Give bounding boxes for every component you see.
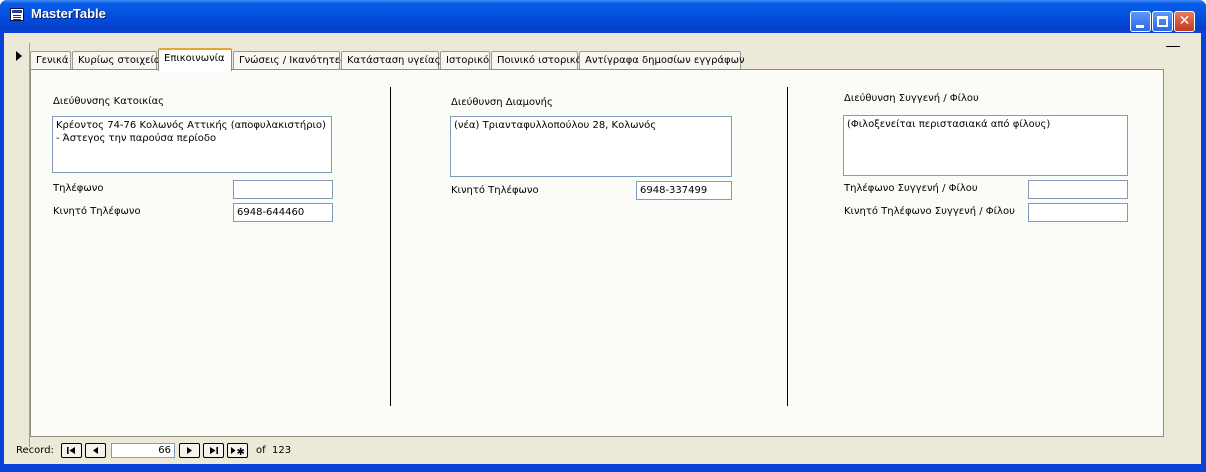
contact-tab-panel: Διεύθυνσης Κατοικίας Κρέοντος 74-76 Κολω… <box>30 69 1164 437</box>
last-record-icon <box>210 447 218 454</box>
access-form-window: MasterTable ✕ Γενικά Κυρίως στοιχεία Επι… <box>0 0 1206 472</box>
tab-main-details[interactable]: Κυρίως στοιχεία <box>72 51 161 70</box>
maximize-icon <box>1157 16 1168 27</box>
form-line <box>1166 46 1180 47</box>
relative-mobile-field[interactable] <box>1028 203 1128 222</box>
svg-text:✱: ✱ <box>237 447 245 457</box>
mobile-label: Κινητό Τηλέφωνο <box>53 206 141 217</box>
new-record-icon: ✱ <box>231 447 245 457</box>
relative-phone-label: Τηλέφωνο Συγγενή / Φίλου <box>844 183 978 194</box>
relative-phone-field[interactable] <box>1028 180 1128 199</box>
tab-public-documents[interactable]: Αντίγραφα δημοσίων εγγράφων <box>579 51 745 70</box>
column-divider <box>390 87 391 406</box>
new-record-button[interactable]: ✱ <box>227 443 248 458</box>
close-button[interactable]: ✕ <box>1174 11 1195 32</box>
last-record-button[interactable] <box>203 443 224 458</box>
residence-mobile-field[interactable]: 6948-337499 <box>636 181 732 200</box>
title-bar[interactable]: MasterTable ✕ <box>0 0 1206 32</box>
tab-criminal-record[interactable]: Ποινικό ιστορικό <box>491 51 582 70</box>
tab-health[interactable]: Κατάσταση υγείας <box>341 51 441 70</box>
residence-address-label: Διεύθυνση Διαμονής <box>451 97 553 108</box>
record-selector[interactable] <box>12 43 30 447</box>
first-record-icon <box>67 447 75 454</box>
tab-general[interactable]: Γενικά <box>30 51 71 70</box>
phone-field[interactable] <box>233 180 333 199</box>
mobile-field[interactable]: 6948-644460 <box>233 203 333 222</box>
phone-label: Τηλέφωνο <box>53 183 104 194</box>
next-record-button[interactable] <box>179 443 200 458</box>
current-record-input[interactable]: 66 <box>111 443 175 458</box>
column-divider <box>787 87 788 406</box>
relative-mobile-label: Κινητό Τηλέφωνο Συγγενή / Φίλου <box>844 206 1015 217</box>
current-record-arrow-icon <box>16 51 22 61</box>
tab-contact[interactable]: Επικοινωνία <box>158 48 232 71</box>
previous-record-icon <box>93 447 98 454</box>
record-label: Record: <box>16 445 54 456</box>
form-icon[interactable] <box>10 8 24 21</box>
tab-skills[interactable]: Γνώσεις / Ικανότητες <box>233 51 346 70</box>
total-records: 123 <box>272 445 292 456</box>
relative-address-label: Διεύθυνση Συγγενή / Φίλου <box>844 93 979 104</box>
close-icon: ✕ <box>1178 13 1191 29</box>
first-record-button[interactable] <box>61 443 82 458</box>
maximize-button[interactable] <box>1152 11 1173 32</box>
next-record-icon <box>187 447 192 454</box>
relative-address-field[interactable]: (Φιλοξενείται περιστασιακά από φίλους) <box>843 115 1128 176</box>
minimize-icon <box>1136 25 1144 28</box>
window-title: MasterTable <box>31 6 106 21</box>
previous-record-button[interactable] <box>85 443 106 458</box>
minimize-button[interactable] <box>1130 11 1151 32</box>
home-address-label: Διεύθυνσης Κατοικίας <box>53 96 165 107</box>
residence-mobile-label: Κινητό Τηλέφωνο <box>451 185 539 196</box>
of-label: of <box>256 445 266 456</box>
tab-history[interactable]: Ιστορικό <box>440 51 490 70</box>
residence-address-field[interactable]: (νέα) Τριανταφυλλοπούλου 28, Κολωνός <box>450 116 732 177</box>
form-client-area: Γενικά Κυρίως στοιχεία Επικοινωνία Γνώσε… <box>4 33 1201 464</box>
home-address-field[interactable]: Κρέοντος 74-76 Κολωνός Αττικής (αποφυλακ… <box>52 116 332 173</box>
